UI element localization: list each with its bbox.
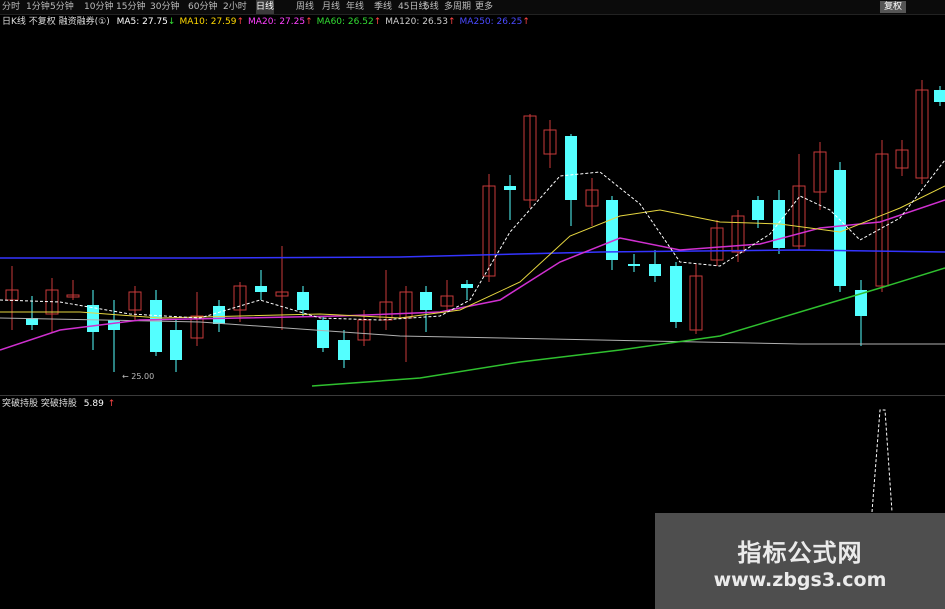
watermark: 指标公式网 www.zbgs3.com [655, 513, 945, 609]
indicator-spike [871, 409, 893, 513]
stock-chart-window: 分时 1分钟 5分钟 10分钟 15分钟 30分钟 60分钟 2小时 日线 周线 月线 年线 季线 45日… [0, 0, 945, 609]
candle-body [338, 340, 350, 360]
candle-body [628, 264, 640, 266]
candle-body [834, 170, 846, 286]
candle-body [255, 286, 267, 292]
candle-body [504, 186, 516, 190]
ma60-line [311, 267, 945, 387]
candle-body [565, 136, 577, 200]
watermark-title: 指标公式网 [737, 539, 863, 567]
ma20-line [0, 199, 945, 351]
candle-body [87, 305, 99, 332]
candle-body [752, 200, 764, 220]
ma120-line [0, 317, 945, 345]
candle-body [649, 264, 661, 276]
ma250-line [0, 249, 945, 259]
candle-body [213, 306, 225, 324]
candle-body [670, 266, 682, 322]
candle-body [420, 292, 432, 310]
candle-body [606, 200, 618, 260]
candle-body [461, 284, 473, 288]
low-price-value: 25.00 [131, 372, 155, 381]
ma10-line [0, 185, 945, 319]
candle-body [150, 300, 162, 352]
ma5-line [0, 159, 945, 321]
candle-body [170, 330, 182, 360]
low-price-label: ← 25.00 [122, 372, 155, 381]
candle-body [934, 90, 945, 102]
watermark-url: www.zbgs3.com [713, 569, 887, 591]
candle-body [297, 292, 309, 310]
candle-body [108, 320, 120, 330]
candle-body [317, 320, 329, 348]
